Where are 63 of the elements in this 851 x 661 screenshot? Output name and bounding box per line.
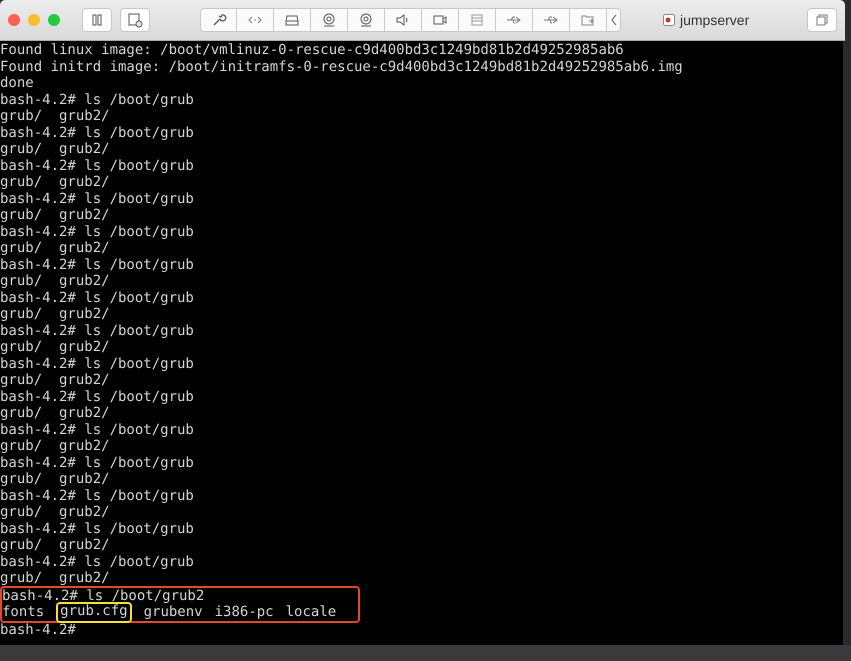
terminal-line: grub/ grub2/ [0,339,111,356]
terminal-line: done [0,75,35,92]
terminal-line: grub/ grub2/ [0,504,111,520]
scroll-left-button[interactable] [607,8,621,32]
circled-filename: grub.cfg [56,602,132,622]
terminal-line: bash-4.2# ls /boot/grub [0,190,195,207]
stack-icon [469,12,485,28]
code-button[interactable] [237,8,274,32]
terminal-line: grub/ grub2/ [0,207,111,224]
terminal-line: bash-4.2# ls /boot/grub [0,256,195,273]
window-title: jumpserver [680,12,750,28]
speaker-button[interactable] [385,8,422,32]
terminal-line: grub/ grub2/ [0,570,111,586]
terminal-line: grub/ grub2/ [0,273,111,290]
webcam-button[interactable] [311,8,348,32]
webcam-icon [321,12,337,28]
terminal-line: bash-4.2# [0,622,77,638]
webcam-icon [358,12,374,28]
terminal-line: bash-4.2# ls /boot/grub [0,454,195,471]
terminal-line: bash-4.2# ls /boot/grub [0,488,195,504]
terminal-line: bash-4.2# ls /boot/grub [0,554,195,570]
terminal-line: bash-4.2# ls /boot/grub [0,92,195,108]
terminal-line: bash-4.2# ls /boot/grub2 [2,588,206,604]
filename: grubenv [144,604,203,620]
terminal-line: grub/ grub2/ [0,306,111,322]
terminal-line: grub/ grub2/ [0,537,111,554]
terminal-line: Found initrd image: /boot/initramfs-0-rescue-c9d400bd3c1249bd81b2d49252985ab6.img [0,58,684,75]
terminal-line: grub/ grub2/ [0,240,111,256]
terminal-line: bash-4.2# ls /boot/grub [0,356,195,372]
terminal-line: grub/ grub2/ [0,405,111,422]
wrench-button[interactable] [200,8,237,32]
terminal-line: grub/ grub2/ [0,471,111,488]
snapshot-button[interactable] [120,8,150,32]
terminal-line: bash-4.2# ls /boot/grub [0,388,195,405]
terminal-line: grub/ grub2/ [0,108,111,124]
window-mode-button[interactable] [807,8,837,32]
usb-button[interactable] [533,8,570,32]
chevron-left-icon [610,13,618,27]
pause-button[interactable] [82,8,112,32]
vm-icon [663,14,675,26]
terminal-line: bash-4.2# ls /boot/grub [0,158,195,174]
filename: i386-pc [214,604,274,620]
disk-button[interactable] [274,8,311,32]
snapshot-icon [127,12,143,28]
terminal-line: bash-4.2# ls /boot/grub [0,520,195,537]
webcam-button[interactable] [348,8,385,32]
video-button[interactable] [422,8,459,32]
terminal-line: grub/ grub2/ [0,372,111,388]
terminal-line: bash-4.2# ls /boot/grub [0,322,195,339]
terminal-line: bash-4.2# ls /boot/grub [0,124,195,141]
windows-icon [815,13,829,27]
terminal-line: grub/ grub2/ [0,438,111,454]
pause-icon [90,13,104,27]
terminal-line: Found linux image: /boot/vmlinuz-0-rescue-c9d400bd3c1249bd81b2d49252985ab6 [0,42,625,58]
usb-button[interactable] [496,8,533,32]
terminal-line: bash-4.2# ls /boot/grub [0,422,195,438]
terminal-line: bash-4.2# ls /boot/grub [0,290,195,306]
terminal-line: grub/ grub2/ [0,141,111,158]
terminal-line: bash-4.2# ls /boot/grub [0,224,195,240]
folder-button[interactable] [570,8,607,32]
terminal-line: grub/ grub2/ [0,174,111,190]
filename: locale [286,604,336,620]
filename: fonts [2,604,44,620]
